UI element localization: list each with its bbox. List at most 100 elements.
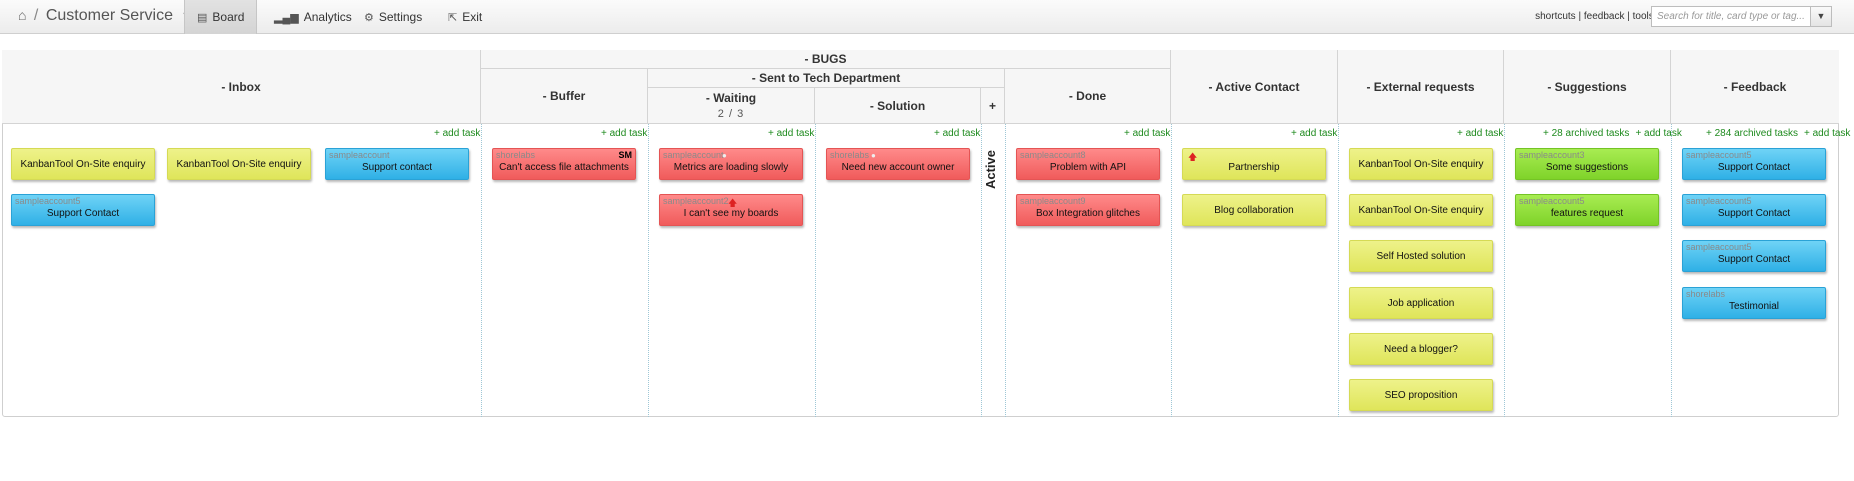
task-card[interactable]: KanbanTool On-Site enquiry [11,148,155,180]
card-title: Problem with API [1049,162,1127,173]
task-card[interactable]: Self Hosted solution [1349,240,1493,272]
column-header-inbox[interactable]: - Inbox [2,50,481,124]
card-title: Metrics are loading slowly [673,162,789,173]
card-owner: sampleaccount5 [15,196,81,206]
task-card[interactable]: KanbanTool On-Site enquiry [167,148,311,180]
nav-board[interactable]: ▤ Board [184,0,257,34]
task-card[interactable]: sampleaccount8 Problem with API [1016,148,1160,180]
task-card[interactable]: Need a blogger? [1349,333,1493,365]
column-header-solution[interactable]: - Solution [815,88,981,124]
exit-icon: ⇱ [448,12,458,24]
column-divider [815,124,816,417]
task-card[interactable]: sampleaccount5 Support Contact [1682,194,1826,226]
add-task-waiting[interactable]: + add task [768,128,814,139]
task-card[interactable]: sampleaccount9 Box Integration glitches [1016,194,1160,226]
column-divider [1671,124,1672,417]
add-task-external-requests[interactable]: + add task [1457,128,1503,139]
column-divider [1504,124,1505,417]
card-owner: shorelabs [496,150,536,160]
column-header-feedback[interactable]: - Feedback [1671,50,1839,124]
add-task-done[interactable]: + add task [1124,128,1170,139]
nav-settings[interactable]: ⚙ Settings [352,0,434,34]
card-title: Blog collaboration [1214,205,1294,216]
column-divider [1005,124,1006,417]
column-header-buffer[interactable]: - Buffer [481,69,648,124]
task-card[interactable]: shorelabs SM Can't access file attachmen… [492,148,636,180]
nav-exit[interactable]: ⇱ Exit [436,0,494,34]
task-card[interactable]: sampleaccount5 Support Contact [1682,148,1826,180]
card-title: Self Hosted solution [1376,251,1466,262]
task-card[interactable]: sampleaccount5 features request [1515,194,1659,226]
task-card[interactable]: sampleaccount5 Support Contact [11,194,155,226]
top-bar: ⌂ / Customer Service ▼ ▤Board ▂▄▆Analyti… [0,0,1854,34]
task-card[interactable]: SEO proposition [1349,379,1493,411]
feedback-link[interactable]: feedback [1584,11,1625,22]
card-owner: sampleaccount5 [1519,196,1585,206]
comment-icon: ● [722,151,727,160]
card-owner: sampleaccount8 [1020,150,1086,160]
column-divider [1171,124,1172,417]
shortcuts-link[interactable]: shortcuts [1535,11,1576,22]
card-title: Box Integration glitches [1036,208,1140,219]
card-owner: sampleaccount3 [1519,150,1585,160]
column-header-sent-to-tech[interactable]: - Sent to Tech Department [648,69,1005,88]
card-title: I can't see my boards [683,208,779,219]
column-header-done[interactable]: - Done [1005,69,1171,124]
task-card[interactable]: sampleaccount ● Metrics are loading slow… [659,148,803,180]
archived-tasks-link[interactable]: + 284 archived tasks [1706,128,1798,139]
card-title: Support Contact [1717,162,1791,173]
expand-column-button[interactable]: + [981,88,1005,124]
home-icon[interactable]: ⌂ [18,7,26,23]
card-title: Testimonial [1728,301,1780,312]
comment-icon: ● [871,151,876,160]
task-card[interactable]: sampleaccount3 Some suggestions [1515,148,1659,180]
search-filter-button[interactable]: ▼ [1810,6,1832,27]
task-card[interactable]: shorelabs Testimonial [1682,287,1826,319]
add-task-suggestions[interactable]: + add task [1635,128,1681,139]
search-input[interactable] [1657,11,1815,22]
search-box [1651,6,1821,27]
card-owner: sampleaccount2 [663,196,729,206]
column-divider [648,124,649,417]
column-header-waiting[interactable]: - Waiting 2 / 3 [648,88,815,124]
task-card[interactable]: sampleaccount5 Support Contact [1682,240,1826,272]
board-icon: ▤ [197,12,208,24]
active-swimlane-label: Active [983,150,998,190]
analytics-icon: ▂▄▆ [274,12,299,24]
task-card[interactable]: sampleaccount2 🡅 I can't see my boards [659,194,803,226]
add-task-active-contact[interactable]: + add task [1291,128,1337,139]
task-card[interactable]: KanbanTool On-Site enquiry [1349,148,1493,180]
board-switcher[interactable]: ⌂ / Customer Service ▼ [18,7,190,25]
task-card[interactable]: Job application [1349,287,1493,319]
card-title: features request [1550,208,1624,219]
column-header-suggestions[interactable]: - Suggestions [1504,50,1671,124]
task-card[interactable]: KanbanTool On-Site enquiry [1349,194,1493,226]
card-title: Support contact [361,162,433,173]
column-header-active-contact[interactable]: - Active Contact [1171,50,1338,124]
card-owner: sampleaccount5 [1686,196,1752,206]
card-owner: sampleaccount5 [1686,150,1752,160]
card-owner: sampleaccount [329,150,390,160]
column-divider [481,124,482,417]
column-divider [1338,124,1339,417]
add-task-inbox[interactable]: + add task [434,128,480,139]
column-header-external-requests[interactable]: - External requests [1338,50,1504,124]
task-card[interactable]: 🡅 Partnership [1182,148,1326,180]
feedback-actions: + 284 archived tasks + add task [1706,128,1850,139]
card-title: Partnership [1228,162,1280,173]
task-card[interactable]: sampleaccount Support contact [325,148,469,180]
column-header-bugs[interactable]: - BUGS [481,50,1171,69]
chevron-down-icon: ▼ [1816,11,1826,21]
archived-tasks-link[interactable]: + 28 archived tasks [1543,128,1629,139]
card-title: SEO proposition [1384,390,1458,401]
add-task-feedback[interactable]: + add task [1804,128,1850,139]
add-task-solution[interactable]: + add task [934,128,980,139]
task-card[interactable]: shorelabs ● Need new account owner [826,148,970,180]
card-title: KanbanTool On-Site enquiry [20,159,146,170]
add-task-buffer[interactable]: + add task [601,128,647,139]
task-card[interactable]: Blog collaboration [1182,194,1326,226]
card-title: Some suggestions [1545,162,1629,173]
card-title: Need new account owner [841,162,955,173]
top-links: shortcuts | feedback | tools ▾ [1535,11,1660,22]
nav-analytics[interactable]: ▂▄▆ Analytics [262,0,364,34]
